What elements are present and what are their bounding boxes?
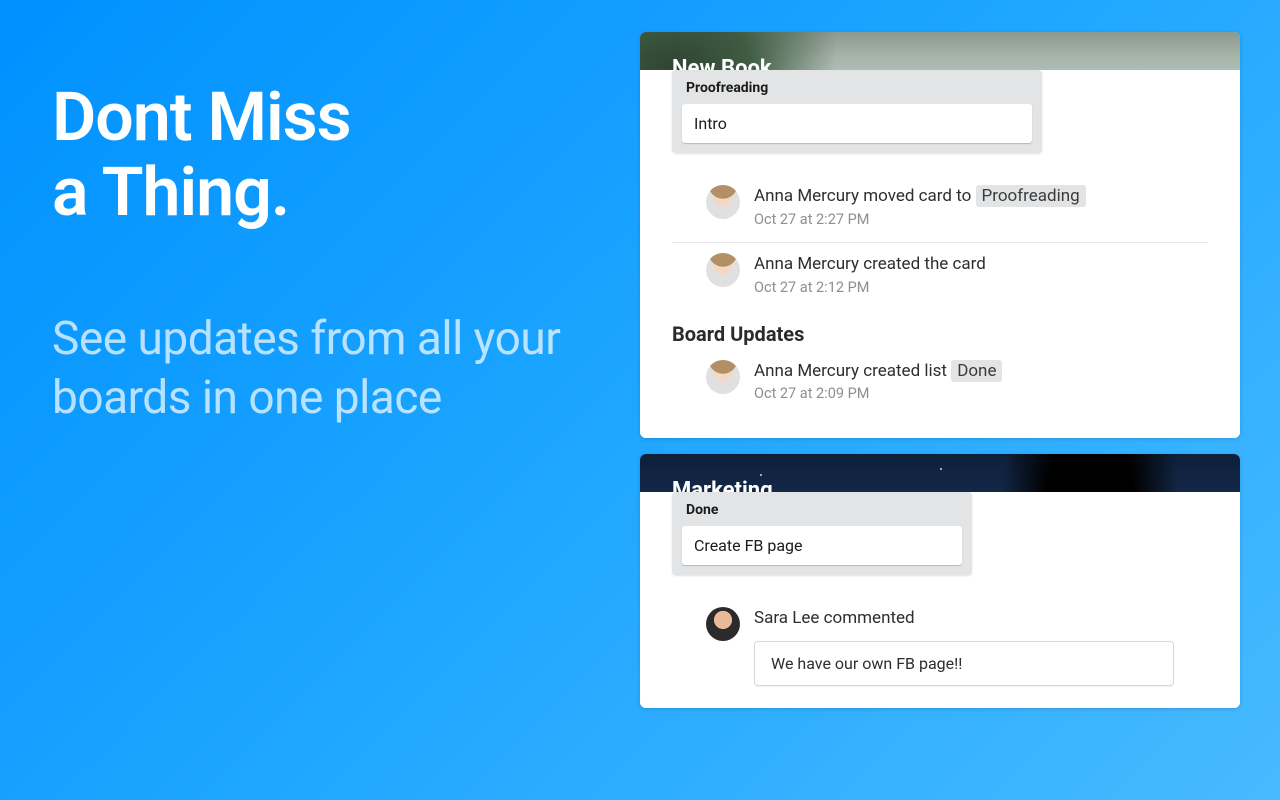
avatar[interactable] — [706, 360, 740, 394]
activity-text: Anna Mercury created list Done — [754, 360, 1208, 384]
activity-timestamp: Oct 27 at 2:12 PM — [754, 279, 1208, 296]
activity-item: Anna Mercury created list Done Oct 27 at… — [672, 350, 1208, 417]
activity-action: created the card — [859, 254, 986, 274]
activity-tag[interactable]: Done — [951, 360, 1002, 382]
activity-action: moved card to — [859, 186, 976, 206]
activity-action: commented — [819, 608, 914, 628]
activity-text: Sara Lee commented — [754, 607, 1208, 631]
section-heading-board-updates: Board Updates — [672, 322, 1208, 346]
activity-text: Anna Mercury moved card to Proofreading — [754, 185, 1208, 209]
board-panel-new-book: New Book Proofreading Intro Anna Mercury… — [640, 32, 1240, 438]
activity-user: Anna Mercury — [754, 186, 859, 206]
activity-tag[interactable]: Proofreading — [976, 185, 1086, 207]
hero-headline: Dont Miss a Thing. — [52, 80, 592, 230]
list-title: Proofreading — [682, 78, 1032, 104]
list-title: Done — [682, 500, 962, 526]
headline-line-2: a Thing. — [52, 152, 289, 232]
hero-subhead: See updates from all your boards in one … — [52, 310, 592, 430]
activity-user: Sara Lee — [754, 608, 819, 628]
headline-line-1: Dont Miss — [52, 77, 351, 157]
activity-timestamp: Oct 27 at 2:27 PM — [754, 211, 1208, 228]
activity-action: created list — [859, 361, 951, 381]
task-card[interactable]: Create FB page — [682, 526, 962, 565]
activity-feed: Anna Mercury moved card to Proofreading … — [672, 175, 1208, 310]
list-card[interactable]: Proofreading Intro — [672, 70, 1042, 153]
avatar[interactable] — [706, 607, 740, 641]
activity-item: Anna Mercury moved card to Proofreading … — [672, 175, 1208, 243]
board-panel-marketing: Marketing Done Create FB page Sara Lee c… — [640, 454, 1240, 708]
activity-item: Sara Lee commented We have our own FB pa… — [672, 597, 1208, 686]
activity-feed: Sara Lee commented We have our own FB pa… — [672, 597, 1208, 686]
list-card[interactable]: Done Create FB page — [672, 492, 972, 575]
board-updates-feed: Anna Mercury created list Done Oct 27 at… — [672, 350, 1208, 417]
activity-timestamp: Oct 27 at 2:09 PM — [754, 385, 1208, 402]
activity-item: Anna Mercury created the card Oct 27 at … — [672, 243, 1208, 310]
activity-text: Anna Mercury created the card — [754, 253, 1208, 277]
activity-user: Anna Mercury — [754, 254, 859, 274]
activity-user: Anna Mercury — [754, 361, 859, 381]
task-card[interactable]: Intro — [682, 104, 1032, 143]
avatar[interactable] — [706, 253, 740, 287]
comment-bubble[interactable]: We have our own FB page!! — [754, 641, 1174, 686]
avatar[interactable] — [706, 185, 740, 219]
